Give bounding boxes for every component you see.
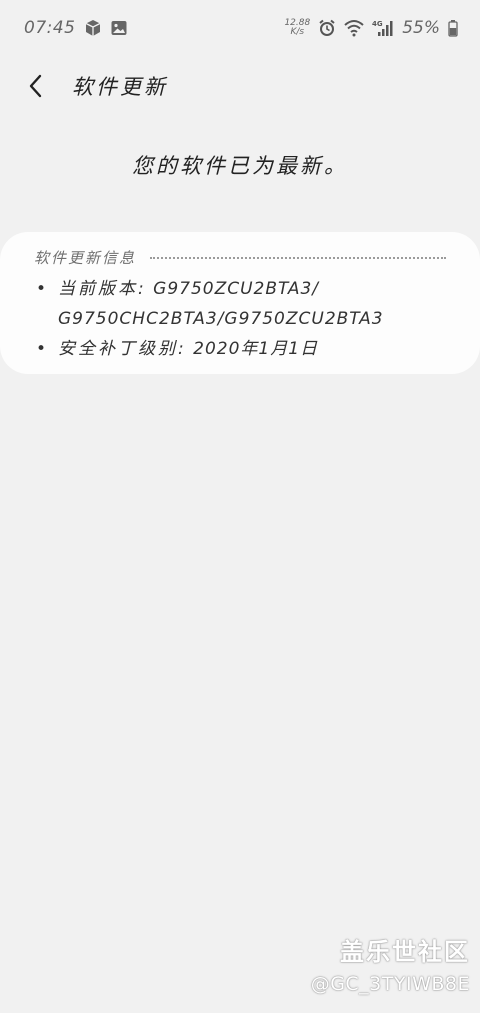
bullet: • bbox=[36, 279, 48, 299]
up-to-date-message: 您的软件已为最新。 bbox=[132, 154, 348, 178]
network-speed: 12.88 K/s bbox=[284, 19, 310, 37]
status-left: 07:45 bbox=[24, 18, 128, 38]
app-header: 软件更新 bbox=[0, 60, 480, 112]
dotted-divider bbox=[150, 257, 446, 259]
wifi-icon bbox=[344, 19, 364, 37]
card-title: 软件更新信息 bbox=[34, 248, 137, 267]
card-header: 软件更新信息 bbox=[34, 246, 446, 268]
package-notification-icon bbox=[84, 19, 102, 37]
software-info-card: 软件更新信息 • 当前版本: G9750ZCU2BTA3/ G9750CHC2B… bbox=[0, 232, 480, 374]
bullet: • bbox=[36, 339, 48, 359]
version-value-continued: G9750CHC2BTA3/G9750ZCU2BTA3 bbox=[58, 309, 384, 329]
signal-4g-icon: 4G bbox=[372, 19, 394, 37]
current-version-item: • 当前版本: G9750ZCU2BTA3/ G9750CHC2BTA3/G97… bbox=[34, 274, 446, 334]
screen: 07:45 12.88 K/s 4G 55% 软件更新 您的软件已为最新。 软件… bbox=[0, 0, 480, 1013]
version-label: 当前版本: bbox=[58, 279, 147, 299]
status-right: 12.88 K/s 4G 55% bbox=[284, 18, 458, 38]
status-bar: 07:45 12.88 K/s 4G 55% bbox=[0, 0, 480, 56]
back-button[interactable] bbox=[0, 60, 72, 112]
page-title: 软件更新 bbox=[72, 75, 168, 99]
gallery-notification-icon bbox=[110, 19, 128, 37]
patch-label: 安全补丁级别: bbox=[58, 339, 187, 359]
watermark: 盖乐世社区 @GC_3TYIWB8E bbox=[311, 932, 470, 995]
status-time: 07:45 bbox=[24, 18, 76, 38]
version-value: G9750ZCU2BTA3/ bbox=[153, 279, 320, 299]
network-type: 4G bbox=[372, 20, 383, 28]
info-list: • 当前版本: G9750ZCU2BTA3/ G9750CHC2BTA3/G97… bbox=[34, 274, 446, 364]
battery-percent: 55% bbox=[402, 18, 440, 38]
security-patch-item: • 安全补丁级别: 2020年1月1日 bbox=[34, 334, 446, 364]
speed-unit: K/s bbox=[290, 27, 305, 37]
alarm-icon bbox=[318, 19, 336, 37]
battery-icon bbox=[448, 19, 458, 37]
watermark-user: @GC_3TYIWB8E bbox=[310, 973, 470, 995]
back-arrow-icon bbox=[29, 74, 42, 98]
watermark-brand: 盖乐世社区 bbox=[340, 938, 470, 966]
patch-value: 2020年1月1日 bbox=[193, 339, 319, 359]
